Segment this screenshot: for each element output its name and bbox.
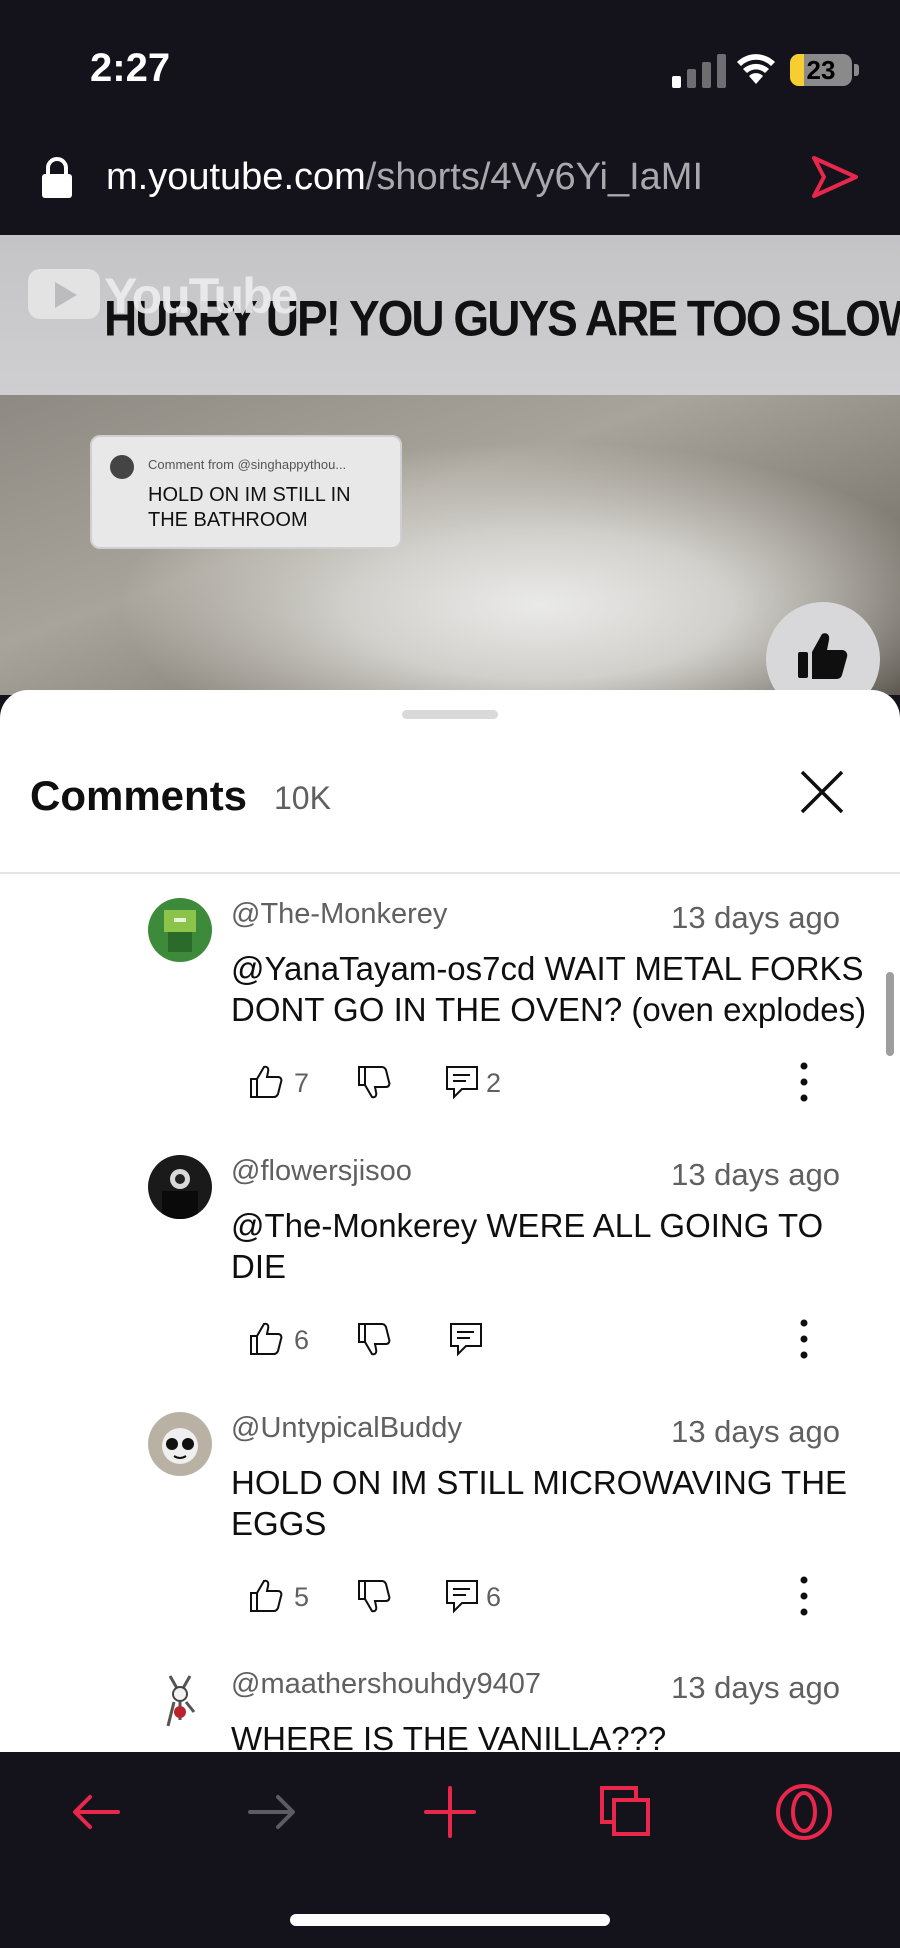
comment-item: @The-Monkerey 13 days ago @YanaTayam-os7…	[0, 898, 900, 1154]
battery-percent: 23	[806, 55, 836, 85]
like-count: 7	[294, 1068, 310, 1098]
comment-text: HOLD ON IM STILL MICROWAVING THE EGGS	[231, 1464, 848, 1542]
like-count: 6	[294, 1325, 310, 1355]
comment-item: @UntypicalBuddy 13 days ago HOLD ON IM S…	[0, 1412, 900, 1668]
status-bar: 2:27 23	[0, 0, 900, 140]
tabs-icon[interactable]	[596, 1782, 656, 1842]
url-domain: m.youtube.com	[106, 156, 366, 198]
play-triangle-icon	[55, 282, 77, 308]
comment-timestamp: 13 days ago	[671, 1157, 840, 1192]
reply-icon[interactable]	[444, 1064, 480, 1100]
comments-sheet: Comments 10K @The-Monkerey 13 days ago @…	[0, 690, 900, 1752]
battery-tip	[854, 64, 859, 76]
sticker-from: Comment from @singhappythou...	[148, 457, 347, 472]
comment-text: WHERE IS THE VANILLA???	[231, 1720, 667, 1752]
comment-item: @maathershouhdy9407 13 days ago WHERE IS…	[0, 1668, 900, 1752]
more-vert-icon[interactable]	[796, 1060, 812, 1104]
comment-author[interactable]: @UntypicalBuddy	[231, 1412, 462, 1445]
comments-title: Comments	[30, 772, 248, 819]
divider	[0, 872, 900, 874]
more-vert-icon[interactable]	[796, 1317, 812, 1361]
url-path: /shorts/4Vy6Yi_IaMI	[365, 156, 704, 198]
sticker-text: HOLD ON IM STILL IN THE BATHROOM	[148, 484, 351, 531]
comment-author[interactable]: @flowersjisoo	[231, 1155, 412, 1188]
plus-icon[interactable]	[420, 1782, 480, 1842]
cellular-signal-icon	[672, 54, 726, 88]
sheet-drag-handle[interactable]	[402, 710, 498, 719]
like-count: 5	[294, 1582, 310, 1612]
wifi-icon	[737, 54, 775, 84]
comment-timestamp: 13 days ago	[671, 1414, 840, 1449]
lock-icon	[42, 157, 72, 198]
thumbs-up-outline-icon[interactable]	[248, 1064, 284, 1100]
reply-count: 2	[486, 1068, 502, 1098]
video-player[interactable]: HURRY UP! YOU GUYS ARE TOO SLOW YouTube …	[0, 235, 900, 695]
battery-icon: 23	[790, 54, 852, 86]
thumbs-up-outline-icon[interactable]	[248, 1321, 284, 1357]
thumbs-down-outline-icon[interactable]	[356, 1064, 392, 1100]
avatar[interactable]	[148, 1668, 212, 1732]
clock: 2:27	[90, 46, 171, 90]
comment-text: @The-Monkerey WERE ALL GOING TO DIE	[231, 1207, 824, 1285]
comment-actions: 6	[248, 1319, 888, 1361]
send-icon[interactable]	[810, 154, 860, 200]
more-vert-icon[interactable]	[796, 1574, 812, 1618]
reply-count: 6	[486, 1582, 502, 1612]
comment-item: @flowersjisoo 13 days ago @The-Monkerey …	[0, 1155, 900, 1411]
comment-sticker: Comment from @singhappythou... HOLD ON I…	[90, 435, 402, 549]
comment-author[interactable]: @maathershouhdy9407	[231, 1668, 541, 1701]
comment-author[interactable]: @The-Monkerey	[231, 898, 447, 931]
comment-actions: 5 6	[248, 1576, 888, 1618]
home-indicator[interactable]	[290, 1914, 610, 1926]
comments-count: 10K	[274, 780, 331, 816]
avatar[interactable]	[148, 898, 212, 962]
url-text[interactable]: m.youtube.com/shorts/4Vy6Yi_IaMI	[106, 156, 703, 199]
arrow-right-icon[interactable]	[242, 1782, 302, 1842]
avatar[interactable]	[148, 1155, 212, 1219]
comment-actions: 7 2	[248, 1062, 888, 1104]
thumbs-down-outline-icon[interactable]	[356, 1321, 392, 1357]
sticker-avatar	[110, 455, 134, 479]
avatar[interactable]	[148, 1412, 212, 1476]
comment-timestamp: 13 days ago	[671, 900, 840, 935]
close-icon[interactable]	[796, 766, 848, 818]
arrow-left-icon[interactable]	[66, 1782, 126, 1842]
youtube-watermark: YouTube	[104, 268, 298, 324]
comment-timestamp: 13 days ago	[671, 1670, 840, 1705]
thumbs-up-outline-icon[interactable]	[248, 1578, 284, 1614]
comment-text: @YanaTayam-os7cd WAIT METAL FORKS DONT G…	[231, 950, 867, 1028]
thumbs-up-icon	[798, 633, 848, 679]
reply-icon[interactable]	[448, 1321, 484, 1357]
thumbs-down-outline-icon[interactable]	[356, 1578, 392, 1614]
opera-logo-icon[interactable]	[774, 1782, 834, 1842]
reply-icon[interactable]	[444, 1578, 480, 1614]
